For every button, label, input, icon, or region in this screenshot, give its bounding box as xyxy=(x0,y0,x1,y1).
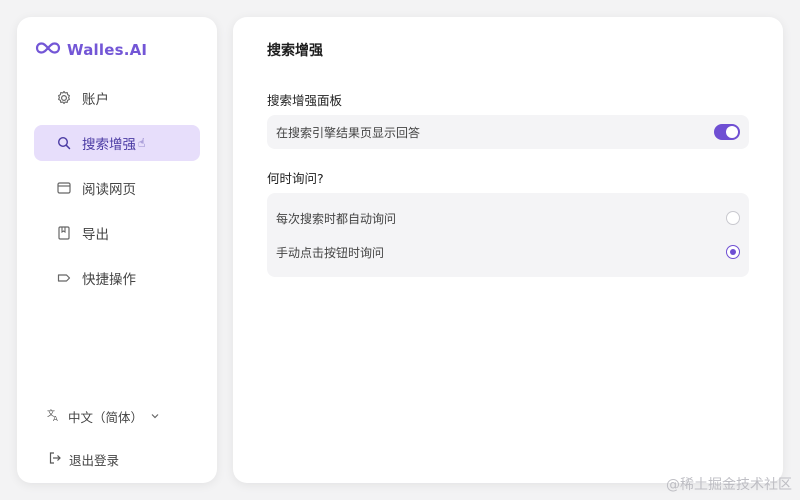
chevron-down-icon xyxy=(150,409,160,424)
sidebar-item-label: 账户 xyxy=(82,92,109,108)
logout-icon xyxy=(48,451,62,468)
language-selector[interactable]: 文A 中文（简体） xyxy=(47,407,160,426)
brand-name: Walles.AI xyxy=(67,40,148,59)
ask-section-label: 何时询问? xyxy=(267,171,324,186)
sidebar: Walles.AI 账户 搜索增强 ☝ 阅读网页 导出 快捷操作 文 A 中文（… xyxy=(17,17,217,483)
sidebar-item-export[interactable]: 导出 xyxy=(34,215,200,251)
logout-button[interactable]: 退出登录 xyxy=(48,450,119,469)
panel-toggle-label: 在搜索引擎结果页显示回答 xyxy=(276,125,421,140)
sidebar-item-label: 搜索增强 xyxy=(82,137,136,153)
browser-window-icon xyxy=(56,180,72,196)
infinity-logo-icon xyxy=(35,40,61,59)
settings-panel: 搜索增强 搜索增强面板 在搜索引擎结果页显示回答 何时询问? 每次搜索时都自动询… xyxy=(233,17,783,483)
bookmark-icon xyxy=(56,225,72,241)
ask-option-manual[interactable]: 手动点击按钮时询问 xyxy=(267,235,749,269)
watermark: @稀土掘金技术社区 xyxy=(666,477,792,493)
ask-options-card: 每次搜索时都自动询问 手动点击按钮时询问 xyxy=(267,193,749,277)
page-title: 搜索增强 xyxy=(267,43,323,59)
sidebar-item-account[interactable]: 账户 xyxy=(34,80,200,116)
language-label: 中文（简体） xyxy=(68,410,144,425)
ask-option-auto[interactable]: 每次搜索时都自动询问 xyxy=(267,201,749,235)
sidebar-item-read-page[interactable]: 阅读网页 xyxy=(34,170,200,206)
sidebar-nav: 账户 搜索增强 ☝ 阅读网页 导出 快捷操作 xyxy=(34,80,200,305)
ask-auto-radio[interactable] xyxy=(726,211,740,225)
brand-logo[interactable]: Walles.AI xyxy=(35,40,147,59)
sidebar-item-quick-actions[interactable]: 快捷操作 xyxy=(34,260,200,296)
sidebar-item-label: 快捷操作 xyxy=(82,272,136,288)
ask-option-label: 每次搜索时都自动询问 xyxy=(276,211,397,226)
panel-toggle-row: 在搜索引擎结果页显示回答 xyxy=(267,115,749,149)
sidebar-item-label: 导出 xyxy=(82,227,109,243)
ask-option-label: 手动点击按钮时询问 xyxy=(276,245,385,260)
logout-label: 退出登录 xyxy=(69,453,120,468)
panel-section-label: 搜索增强面板 xyxy=(267,93,343,108)
show-answer-toggle[interactable] xyxy=(714,124,740,140)
sidebar-item-label: 阅读网页 xyxy=(82,182,136,198)
hand-cursor-icon: ☝ xyxy=(138,136,146,150)
search-icon xyxy=(56,135,72,151)
panel-toggle-card: 在搜索引擎结果页显示回答 xyxy=(267,115,749,149)
svg-text:A: A xyxy=(53,415,58,422)
translate-icon: 文A xyxy=(47,408,61,425)
sidebar-item-search-enhance[interactable]: 搜索增强 ☝ xyxy=(34,125,200,161)
ask-manual-radio[interactable] xyxy=(726,245,740,259)
tag-icon xyxy=(56,270,72,286)
gear-icon xyxy=(56,90,72,106)
